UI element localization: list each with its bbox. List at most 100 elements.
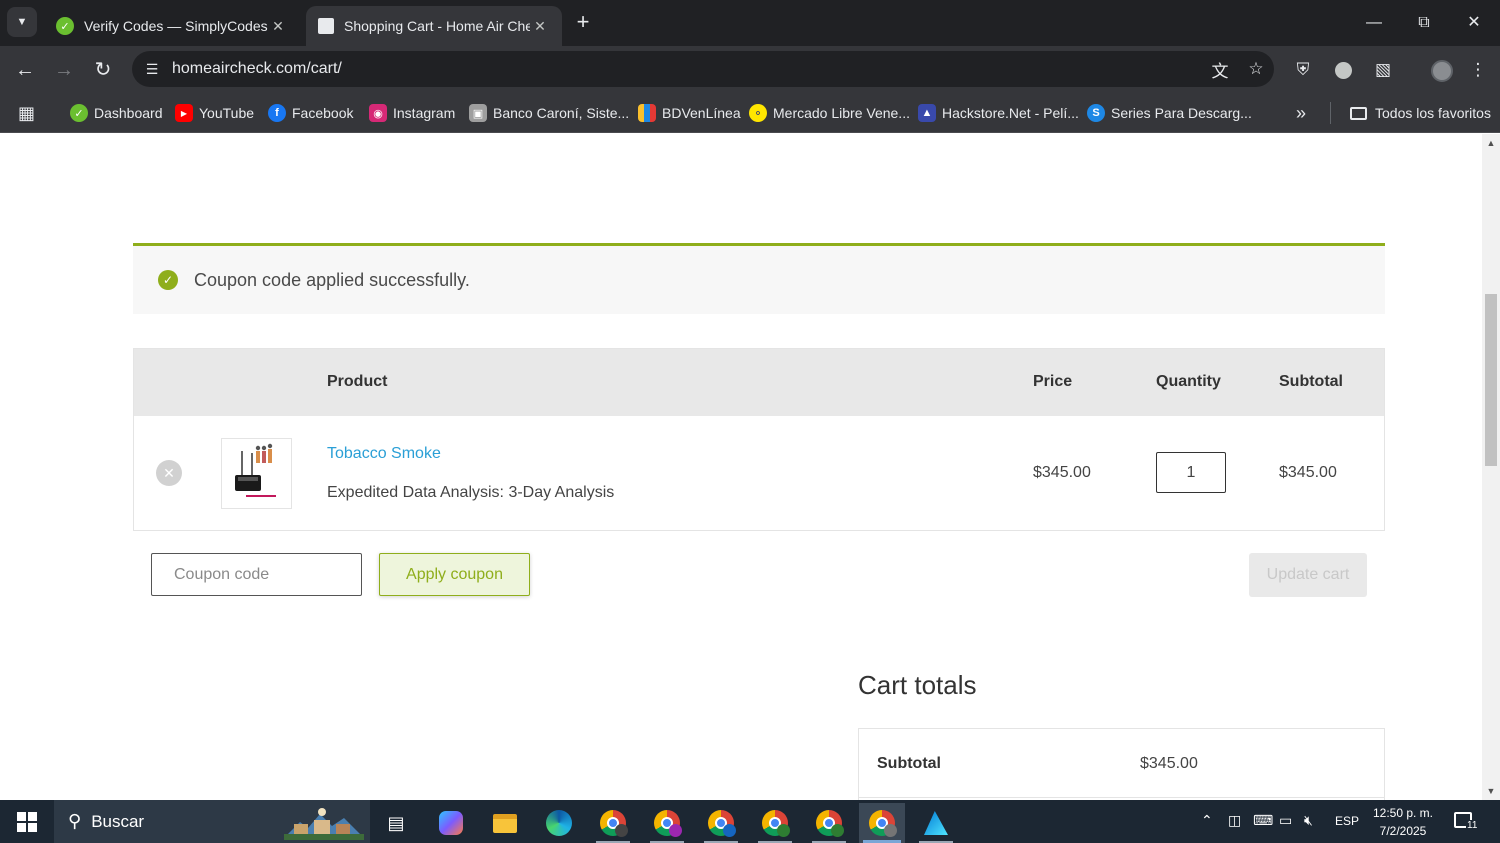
clock-date: 7/2/2025 [1379, 824, 1427, 838]
shield-extension-icon[interactable]: ⛨ [1288, 55, 1318, 85]
facebook-icon: f [268, 104, 286, 122]
quantity-input[interactable]: 1 [1156, 452, 1226, 493]
copilot-app[interactable] [428, 803, 474, 843]
folder-icon [493, 813, 517, 833]
volume-muted-icon[interactable]: 🔇︎ [1304, 812, 1313, 829]
site-info-icon[interactable]: ☰ [132, 61, 172, 78]
translate-icon[interactable]: 文 [1202, 57, 1238, 82]
minimize-button[interactable]: — [1351, 8, 1397, 38]
meet-now-icon[interactable]: ◫ [1228, 812, 1241, 829]
scroll-down-icon[interactable]: ▼ [1482, 784, 1500, 798]
url-text[interactable]: homeaircheck.com/cart/ [172, 60, 1202, 78]
bookmark-label: Mercado Libre Vene... [773, 105, 910, 121]
apply-coupon-button[interactable]: Apply coupon [379, 553, 530, 596]
file-explorer-app[interactable] [482, 803, 528, 843]
bookmarks-bar: ▦ ✓ Dashboard ▶ YouTube f Facebook ◉ Ins… [0, 93, 1500, 133]
bookmark-facebook[interactable]: f Facebook [268, 101, 353, 125]
windows-logo-icon [17, 811, 37, 832]
chevron-down-icon: ▼ [16, 16, 28, 28]
product-price: $345.00 [1033, 464, 1091, 481]
system-clock[interactable]: 12:50 p. m. 7/2/2025 [1364, 804, 1442, 840]
bdv-icon [638, 104, 656, 122]
bookmark-star-icon[interactable]: ☆ [1238, 59, 1274, 79]
product-subtotal: $345.00 [1279, 464, 1337, 481]
address-bar[interactable]: ☰ homeaircheck.com/cart/ 文 ☆ [132, 51, 1274, 87]
close-icon[interactable]: ✕ [268, 18, 288, 35]
header-product: Product [327, 373, 388, 390]
profile-avatar[interactable] [1427, 55, 1457, 85]
bookmark-mercado-libre[interactable]: ⚬ Mercado Libre Vene... [749, 101, 910, 125]
bookmark-dashboard[interactable]: ✓ Dashboard [70, 101, 163, 125]
window-close-button[interactable]: ✕ [1451, 8, 1497, 38]
bookmark-label: YouTube [199, 105, 255, 121]
task-view-button[interactable]: ▤ [373, 803, 419, 843]
profile-badge-icon [884, 824, 897, 837]
bookmark-label: Instagram [393, 105, 456, 121]
chrome-profile-2-app[interactable] [644, 803, 690, 843]
more-bookmarks-button[interactable]: » [1296, 101, 1306, 125]
tab-title: Verify Codes — SimplyCodes [84, 18, 268, 34]
close-icon[interactable]: ✕ [530, 18, 550, 35]
bookmark-series[interactable]: S Series Para Descarg... [1087, 101, 1252, 125]
chrome-profile-3-app[interactable] [698, 803, 744, 843]
bookmark-instagram[interactable]: ◉ Instagram [369, 101, 455, 125]
edge-app[interactable] [536, 803, 582, 843]
apps-grid-button[interactable]: ▦ [18, 101, 35, 125]
update-cart-button[interactable]: Update cart [1249, 553, 1367, 597]
azure-app[interactable] [913, 803, 959, 843]
remove-item-button[interactable]: ✕ [156, 460, 182, 486]
scroll-thumb[interactable] [1485, 294, 1497, 466]
profile-badge-icon [831, 824, 844, 837]
all-bookmarks-folder[interactable]: Todos los favoritos [1350, 101, 1491, 125]
tab-search-button[interactable]: ▼ [7, 7, 37, 37]
reload-button[interactable]: ↻ [88, 55, 118, 85]
coupon-code-input[interactable]: Coupon code [151, 553, 362, 596]
tab-shopping-cart[interactable]: Shopping Cart - Home Air Chec ✕ [306, 6, 562, 46]
search-icon: ⚲ [68, 811, 82, 831]
taskbar-search[interactable]: ⚲ Buscar [54, 800, 370, 843]
header-quantity: Quantity [1156, 373, 1221, 390]
header-price: Price [1033, 373, 1073, 390]
notification-center-button[interactable]: 11 [1450, 808, 1484, 836]
totals-subtotal-value: $345.00 [1140, 755, 1198, 772]
hackstore-icon: ▲ [918, 104, 936, 122]
chrome-profile-5-app[interactable] [806, 803, 852, 843]
bookmark-banco-caroni[interactable]: ▣ Banco Caroní, Siste... [469, 101, 629, 125]
ime-icon[interactable]: ⌨ [1253, 812, 1273, 829]
arrow-left-icon: ← [15, 59, 35, 81]
search-highlight-art [284, 808, 364, 840]
menu-kebab-icon[interactable]: ⋮ [1463, 55, 1493, 85]
double-chevron-right-icon: » [1296, 102, 1307, 123]
bookmark-youtube[interactable]: ▶ YouTube [175, 101, 254, 125]
extension-circle-icon[interactable] [1328, 55, 1358, 85]
youtube-icon: ▶ [175, 104, 193, 122]
chrome-profile-4-app[interactable] [752, 803, 798, 843]
product-name-link[interactable]: Tobacco Smoke [327, 445, 441, 463]
profile-badge-icon [723, 824, 736, 837]
page-scrollbar[interactable]: ▲ ▼ [1482, 134, 1500, 800]
chrome-profile-1-app[interactable] [590, 803, 636, 843]
forward-button[interactable]: → [49, 55, 79, 85]
extensions-puzzle-icon[interactable]: ▧ [1368, 55, 1398, 85]
bookmark-hackstore[interactable]: ▲ Hackstore.Net - Pelí... [918, 101, 1079, 125]
tab-verify-codes[interactable]: ✓ Verify Codes — SimplyCodes ✕ [44, 6, 300, 46]
success-notice: ✓ Coupon code applied successfully. [133, 243, 1385, 314]
all-bookmarks-label: Todos los favoritos [1375, 105, 1491, 121]
mercadolibre-icon: ⚬ [749, 104, 767, 122]
tab-title: Shopping Cart - Home Air Chec [344, 18, 530, 34]
back-button[interactable]: ← [10, 55, 40, 85]
start-button[interactable] [0, 800, 54, 843]
network-icon[interactable]: ▭ [1279, 812, 1292, 829]
product-variation: Expedited Data Analysis: 3-Day Analysis [327, 484, 615, 501]
product-thumbnail[interactable] [221, 438, 292, 509]
chrome-active-app[interactable] [859, 803, 905, 843]
air-test-kit-image [235, 443, 276, 497]
restore-button[interactable]: ⧉ [1401, 8, 1447, 38]
new-tab-button[interactable]: + [570, 10, 596, 36]
cart-totals-table: Subtotal $345.00 [858, 728, 1385, 800]
notice-message: Coupon code applied successfully. [194, 269, 470, 290]
language-indicator[interactable]: ESP [1335, 814, 1359, 828]
chevron-up-icon[interactable]: ⌃ [1201, 812, 1213, 829]
bookmark-bdvenlinea[interactable]: BDVenLínea [638, 101, 741, 125]
scroll-up-icon[interactable]: ▲ [1482, 136, 1500, 150]
